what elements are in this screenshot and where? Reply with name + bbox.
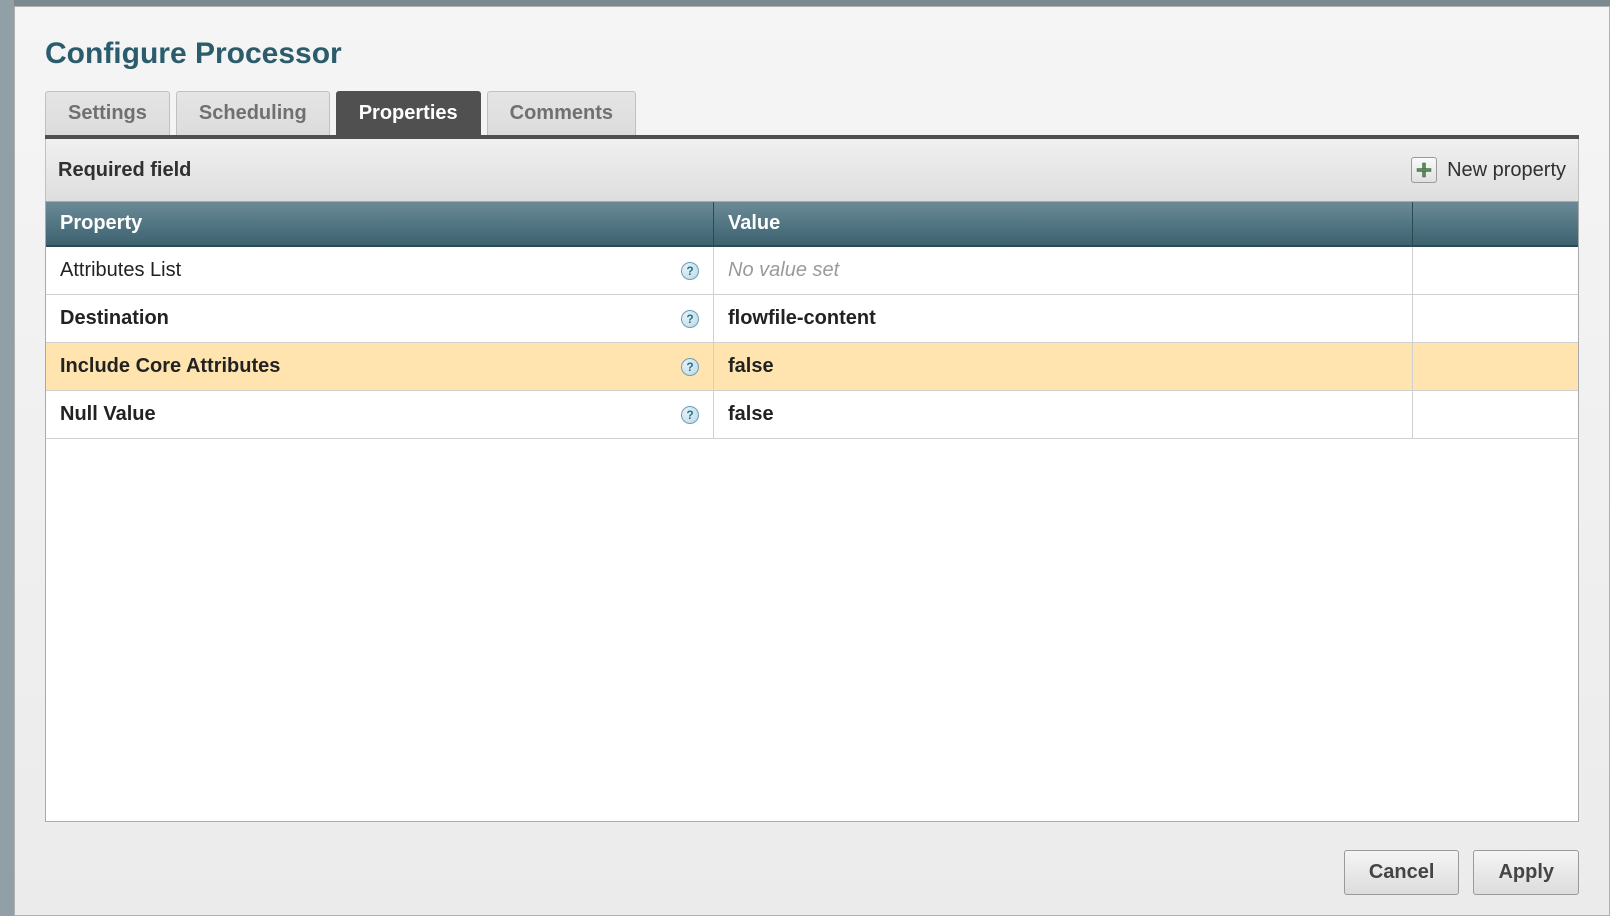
background-strip xyxy=(0,0,14,916)
property-value-cell[interactable]: false xyxy=(714,343,1413,390)
table-row[interactable]: Destination?flowfile-content xyxy=(46,295,1578,343)
properties-toolbar: Required field New property xyxy=(45,139,1579,201)
dialog-title: Configure Processor xyxy=(45,37,1579,71)
tab-settings[interactable]: Settings xyxy=(45,91,170,135)
help-icon[interactable]: ? xyxy=(681,358,699,376)
property-name: Include Core Attributes xyxy=(60,355,280,378)
tab-scheduling[interactable]: Scheduling xyxy=(176,91,330,135)
table-row[interactable]: Attributes List?No value set xyxy=(46,247,1578,295)
property-name-cell: Null Value? xyxy=(46,391,714,438)
table-header: Property Value xyxy=(46,202,1578,247)
property-name: Attributes List xyxy=(60,259,181,282)
configure-processor-dialog: Configure Processor Settings Scheduling … xyxy=(14,6,1610,916)
property-action-cell xyxy=(1413,391,1578,438)
property-action-cell xyxy=(1413,295,1578,342)
property-value-cell[interactable]: false xyxy=(714,391,1413,438)
property-name-cell: Destination? xyxy=(46,295,714,342)
properties-table: Property Value Attributes List?No value … xyxy=(45,201,1579,822)
apply-button[interactable]: Apply xyxy=(1473,850,1579,895)
property-name: Null Value xyxy=(60,403,156,426)
tab-bar: Settings Scheduling Properties Comments xyxy=(45,91,1579,139)
header-actions xyxy=(1413,202,1578,245)
cancel-button[interactable]: Cancel xyxy=(1344,850,1460,895)
new-property-label: New property xyxy=(1447,159,1566,182)
add-property-button[interactable] xyxy=(1411,157,1437,183)
plus-icon xyxy=(1416,162,1432,178)
dialog-footer: Cancel Apply xyxy=(45,822,1579,895)
property-action-cell xyxy=(1413,247,1578,294)
table-row[interactable]: Null Value?false xyxy=(46,391,1578,439)
tab-properties[interactable]: Properties xyxy=(336,91,481,135)
table-body: Attributes List?No value setDestination?… xyxy=(46,247,1578,821)
property-name: Destination xyxy=(60,307,169,330)
property-name-cell: Attributes List? xyxy=(46,247,714,294)
help-icon[interactable]: ? xyxy=(681,262,699,280)
tab-comments[interactable]: Comments xyxy=(487,91,636,135)
property-value-cell[interactable]: flowfile-content xyxy=(714,295,1413,342)
property-value-cell[interactable]: No value set xyxy=(714,247,1413,294)
help-icon[interactable]: ? xyxy=(681,310,699,328)
property-action-cell xyxy=(1413,343,1578,390)
property-name-cell: Include Core Attributes? xyxy=(46,343,714,390)
required-field-label: Required field xyxy=(58,159,191,182)
help-icon[interactable]: ? xyxy=(681,406,699,424)
header-property[interactable]: Property xyxy=(46,202,714,245)
header-value[interactable]: Value xyxy=(714,202,1413,245)
new-property-control[interactable]: New property xyxy=(1411,157,1566,183)
table-row[interactable]: Include Core Attributes?false xyxy=(46,343,1578,391)
